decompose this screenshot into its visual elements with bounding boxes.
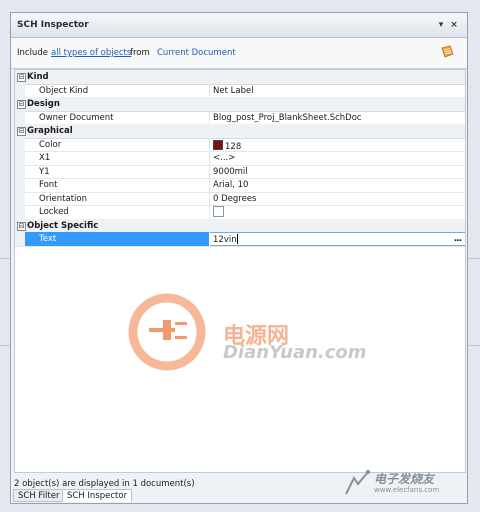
column-divider bbox=[209, 151, 210, 165]
property-value: <...> bbox=[213, 153, 236, 163]
property-row-locked[interactable]: Locked bbox=[15, 205, 465, 220]
row-gutter bbox=[15, 164, 25, 178]
include-bar: Include all types of objects from Curren… bbox=[11, 38, 467, 69]
property-row-orientation[interactable]: Orientation 0 Degrees bbox=[15, 191, 465, 206]
row-gutter bbox=[15, 178, 25, 192]
panel-titlebar: SCH Inspector ▾ × bbox=[11, 13, 467, 38]
background-line bbox=[0, 258, 10, 259]
column-divider bbox=[209, 110, 210, 124]
property-row-object-kind[interactable]: Object Kind Net Label bbox=[15, 83, 465, 98]
watermark: 电源网 DianYuan.com bbox=[125, 292, 385, 372]
category-label: Graphical bbox=[27, 126, 73, 136]
column-divider bbox=[209, 178, 210, 192]
panel-title: SCH Inspector bbox=[17, 20, 89, 30]
locked-checkbox[interactable] bbox=[213, 206, 224, 217]
property-row-font[interactable]: Font Arial, 10 bbox=[15, 178, 465, 193]
document-icon[interactable] bbox=[439, 44, 455, 60]
property-name: Font bbox=[39, 180, 58, 190]
corner-watermark-url: www.elecfans.com bbox=[374, 486, 440, 494]
category-label: Design bbox=[27, 99, 60, 109]
property-row-owner-document[interactable]: Owner Document Blog_post_Proj_BlankSheet… bbox=[15, 110, 465, 125]
collapse-icon[interactable]: ⊟ bbox=[17, 73, 26, 82]
collapse-icon[interactable]: ⊟ bbox=[17, 221, 26, 231]
status-text: 2 object(s) are displayed in 1 document(… bbox=[14, 479, 195, 489]
property-row-y1[interactable]: Y1 9000mil bbox=[15, 164, 465, 179]
color-value: 128 bbox=[225, 141, 242, 152]
text-caret bbox=[236, 234, 238, 244]
property-value: Blog_post_Proj_BlankSheet.SchDoc bbox=[213, 112, 362, 123]
text-value-content: 12vin bbox=[213, 235, 237, 245]
text-value-editor[interactable]: 12vin ... bbox=[210, 232, 465, 246]
property-row-color[interactable]: Color 128 bbox=[15, 137, 465, 152]
property-row-text[interactable]: Text 12vin ... bbox=[15, 232, 465, 247]
watermark-plug-icon bbox=[128, 293, 206, 371]
category-label: Object Specific bbox=[27, 220, 99, 231]
include-label: Include bbox=[17, 48, 48, 58]
category-graphical[interactable]: ⊟ Graphical bbox=[15, 124, 465, 139]
corner-watermark-text: 电子发烧友 bbox=[374, 472, 435, 486]
row-gutter bbox=[15, 151, 25, 165]
property-name: Owner Document bbox=[39, 112, 114, 123]
property-name: Text bbox=[39, 234, 57, 244]
property-name: Locked bbox=[39, 207, 69, 217]
corner-watermark-icon bbox=[345, 470, 370, 495]
watermark-en-text: DianYuan.com bbox=[223, 342, 367, 363]
scope-link[interactable]: Current Document bbox=[157, 48, 236, 58]
from-label: from bbox=[130, 48, 150, 58]
property-name: Color bbox=[39, 139, 62, 150]
column-divider bbox=[209, 83, 210, 97]
row-gutter bbox=[15, 137, 25, 151]
property-row-x1[interactable]: X1 <...> bbox=[15, 151, 465, 166]
row-gutter bbox=[15, 232, 25, 246]
column-divider bbox=[209, 191, 210, 205]
property-name: Y1 bbox=[39, 166, 50, 177]
category-design[interactable]: ⊟ Design bbox=[15, 97, 465, 112]
category-label: Kind bbox=[27, 72, 49, 82]
row-gutter bbox=[15, 83, 25, 97]
dropdown-icon[interactable]: ▾ bbox=[435, 19, 447, 31]
property-name: Orientation bbox=[39, 193, 87, 204]
category-kind[interactable]: ⊟ Kind bbox=[15, 70, 465, 85]
property-value: Arial, 10 bbox=[213, 180, 249, 190]
column-divider bbox=[209, 164, 210, 178]
background-line bbox=[468, 258, 480, 259]
property-value: 0 Degrees bbox=[213, 193, 257, 204]
background-line bbox=[468, 345, 480, 346]
corner-watermark: 电子发烧友 www.elecfans.com bbox=[342, 466, 472, 502]
row-gutter bbox=[15, 205, 25, 219]
tab-sch-filter[interactable]: SCH Filter bbox=[13, 489, 65, 502]
row-gutter bbox=[15, 191, 25, 205]
property-name: X1 bbox=[39, 153, 51, 163]
sch-inspector-panel: SCH Inspector ▾ × Include all types of o… bbox=[10, 12, 468, 504]
row-gutter bbox=[15, 110, 25, 124]
close-icon[interactable]: × bbox=[448, 19, 460, 31]
property-value[interactable]: 128 bbox=[213, 139, 242, 152]
background-line bbox=[0, 345, 10, 346]
column-divider bbox=[209, 137, 210, 151]
property-value: 9000mil bbox=[213, 166, 248, 177]
collapse-icon[interactable]: ⊟ bbox=[17, 100, 26, 109]
property-name: Object Kind bbox=[39, 85, 89, 96]
collapse-icon[interactable]: ⊟ bbox=[17, 127, 26, 136]
property-value: Net Label bbox=[213, 85, 254, 96]
category-object-specific[interactable]: ⊟ Object Specific bbox=[15, 218, 465, 233]
object-types-link[interactable]: all types of objects bbox=[51, 48, 131, 58]
text-value[interactable]: 12vin bbox=[213, 234, 238, 245]
property-grid: ⊟ Kind Object Kind Net Label ⊟ Design Ow… bbox=[14, 69, 466, 473]
tab-sch-inspector[interactable]: SCH Inspector bbox=[62, 489, 133, 502]
column-divider bbox=[209, 205, 210, 219]
color-swatch[interactable] bbox=[213, 139, 223, 150]
ellipsis-button[interactable]: ... bbox=[454, 234, 462, 244]
